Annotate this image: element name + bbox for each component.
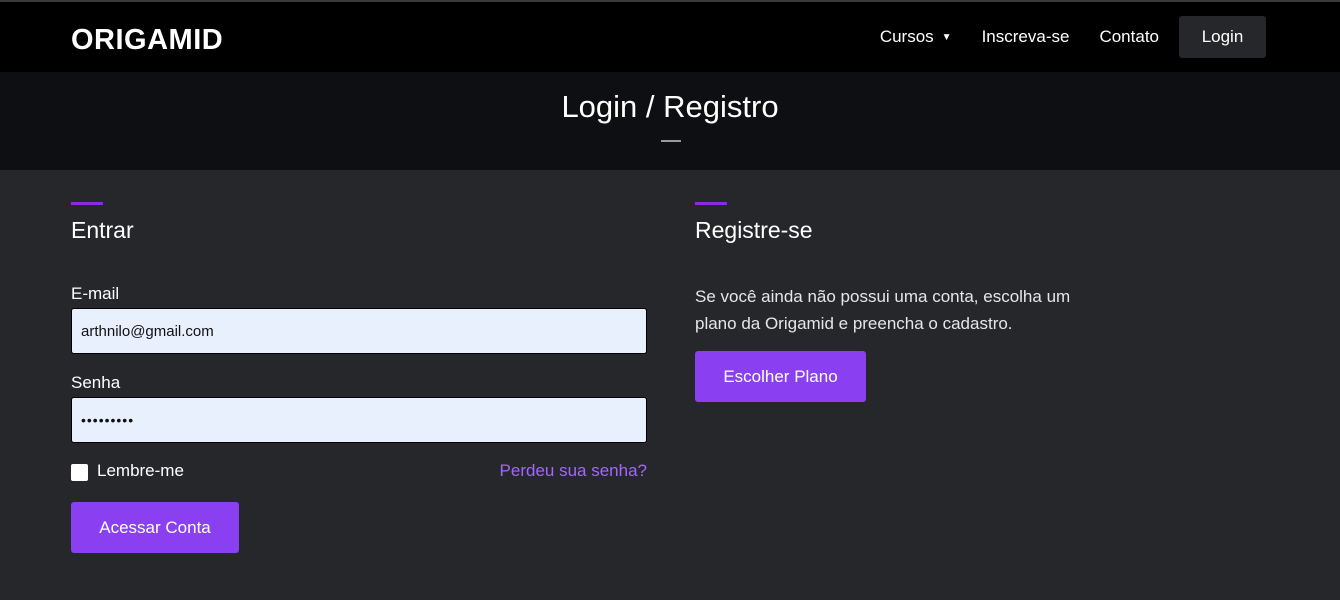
access-account-button[interactable]: Acessar Conta (71, 502, 239, 553)
page-header-banner: Login / Registro (0, 72, 1340, 170)
origamid-logo[interactable]: ORIGAMID (71, 24, 223, 57)
logo-text: ORIGAMID (71, 24, 224, 56)
main-nav: Cursos ▼ Inscreva-se Contato Login (850, 16, 1266, 58)
remember-me-checkbox[interactable] (71, 464, 88, 481)
title-underline-divider (661, 140, 681, 142)
remember-me-label[interactable]: Lembre-me (97, 461, 184, 481)
nav-login-button[interactable]: Login (1179, 16, 1266, 58)
nav-cursos-label: Cursos (879, 27, 934, 46)
choose-plan-button[interactable]: Escolher Plano (695, 351, 866, 402)
top-navigation-bar: ORIGAMID Cursos ▼ Inscreva-se Contato Lo… (0, 0, 1340, 72)
register-accent-bar (695, 202, 727, 205)
forgot-password-link[interactable]: Perdeu sua senha? (500, 461, 647, 481)
email-field[interactable]: arthnilo@gmail.com (71, 308, 647, 354)
password-label: Senha (71, 373, 121, 392)
login-accent-bar (71, 202, 103, 205)
login-section-title: Entrar (71, 217, 134, 243)
email-label: E-mail (71, 284, 120, 303)
nav-cursos[interactable]: Cursos ▼ (880, 27, 952, 47)
nav-inscreva-se[interactable]: Inscreva-se (982, 27, 1070, 47)
register-section-title: Registre-se (695, 217, 813, 243)
password-field-value: ••••••••• (81, 412, 135, 428)
caret-down-icon: ▼ (941, 31, 952, 43)
nav-contato[interactable]: Contato (1099, 27, 1159, 47)
password-field[interactable]: ••••••••• (71, 397, 647, 443)
email-field-value: arthnilo@gmail.com (81, 322, 214, 340)
register-description: Se você ainda não possui uma conta, esco… (695, 287, 1071, 333)
page-title: Login / Registro (561, 89, 779, 124)
